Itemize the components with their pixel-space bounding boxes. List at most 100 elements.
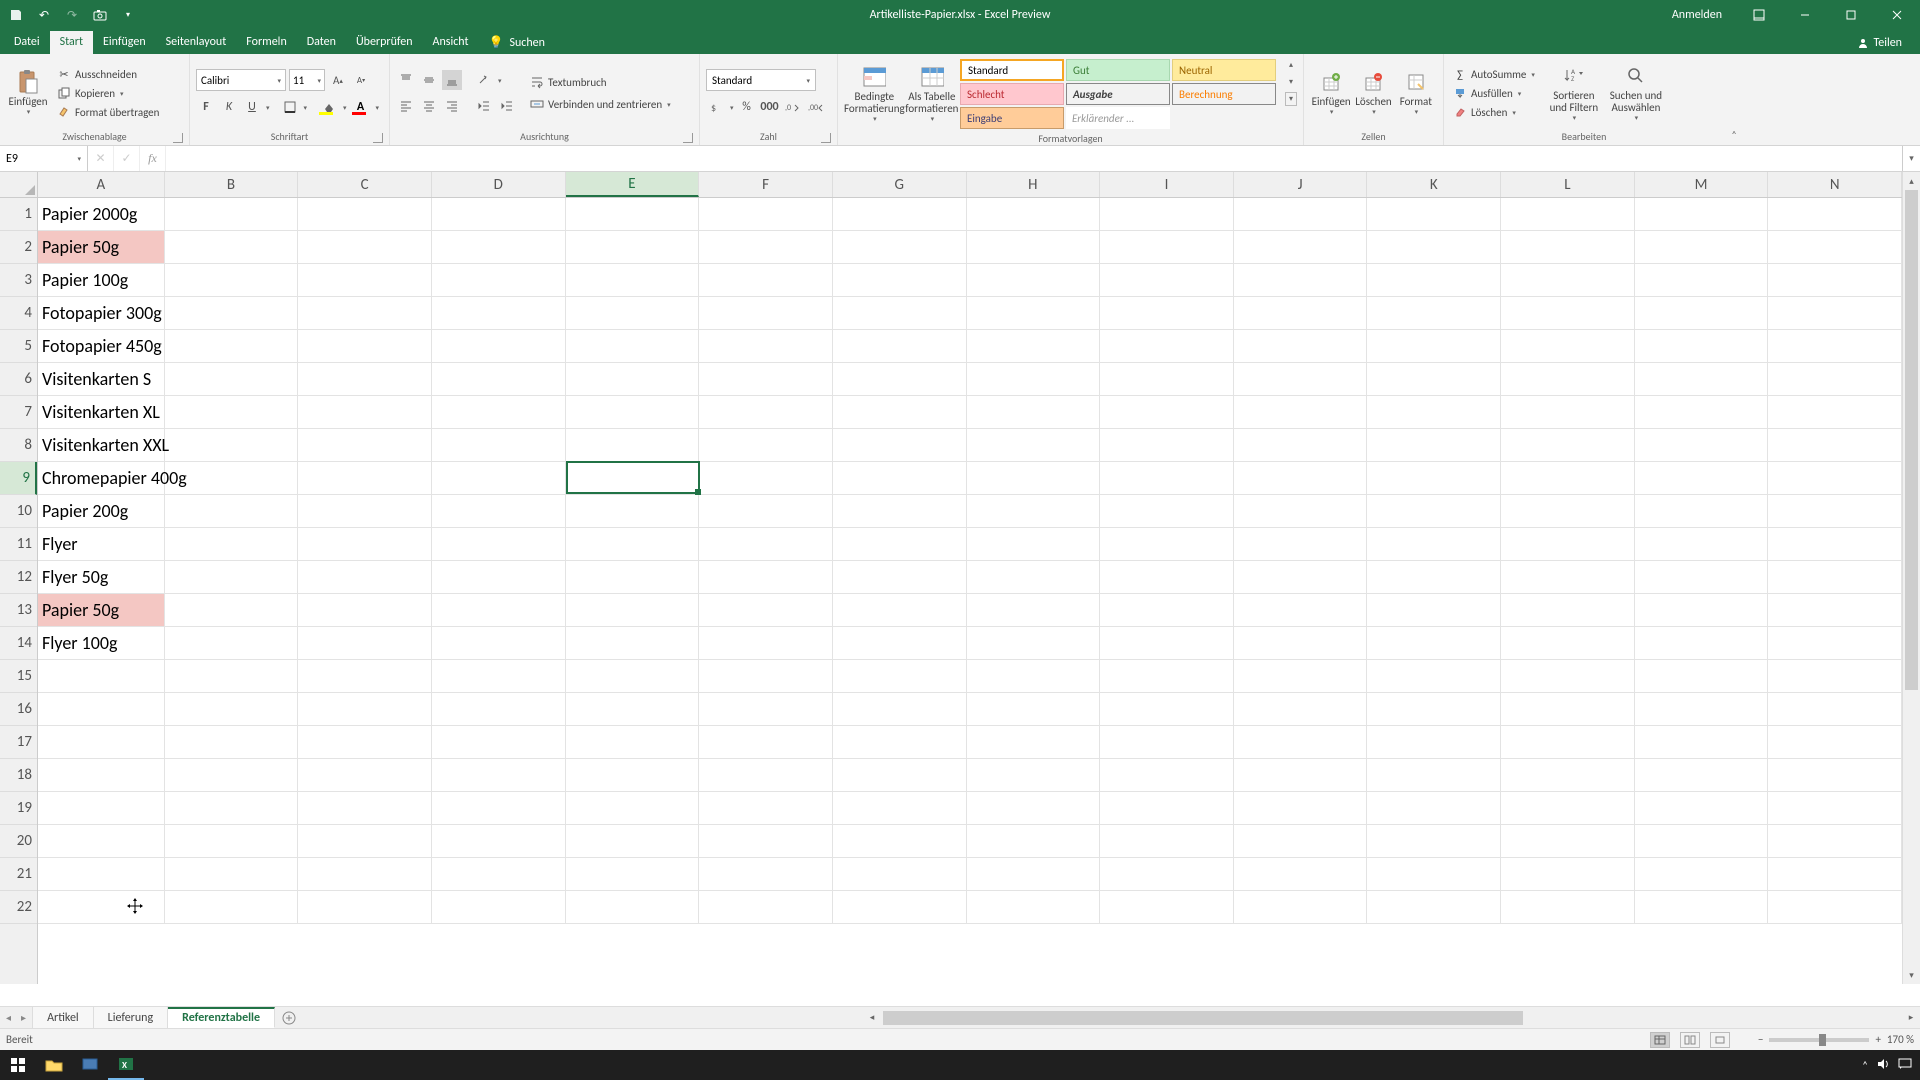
sheet-nav[interactable]: ◂▸ bbox=[0, 1007, 33, 1028]
column-header[interactable]: E bbox=[566, 172, 700, 197]
cell[interactable]: Visitenkarten S bbox=[38, 363, 165, 396]
italic-button[interactable]: K bbox=[219, 97, 239, 117]
cell[interactable] bbox=[298, 462, 432, 495]
increase-indent-icon[interactable] bbox=[497, 96, 517, 116]
taskbar-app-icon[interactable] bbox=[72, 1050, 108, 1080]
cell[interactable] bbox=[1100, 759, 1234, 792]
cell[interactable] bbox=[165, 363, 299, 396]
cell[interactable] bbox=[1768, 462, 1902, 495]
cell[interactable] bbox=[967, 561, 1101, 594]
cell[interactable] bbox=[833, 528, 967, 561]
find-select-button[interactable]: Suchen und Auswählen▾ bbox=[1604, 60, 1668, 126]
cell[interactable] bbox=[1501, 726, 1635, 759]
align-bottom-icon[interactable] bbox=[442, 70, 462, 90]
cell[interactable] bbox=[566, 660, 700, 693]
cell[interactable] bbox=[1100, 198, 1234, 231]
cell[interactable] bbox=[967, 429, 1101, 462]
comma-icon[interactable]: 000 bbox=[760, 97, 780, 117]
cell[interactable] bbox=[699, 858, 833, 891]
cell[interactable] bbox=[967, 825, 1101, 858]
cell[interactable] bbox=[1768, 726, 1902, 759]
orientation-icon[interactable] bbox=[474, 70, 494, 90]
decrease-indent-icon[interactable] bbox=[474, 96, 494, 116]
align-top-icon[interactable] bbox=[396, 70, 416, 90]
paste-button[interactable]: Einfügen ▾ bbox=[6, 60, 50, 126]
cell[interactable] bbox=[432, 264, 566, 297]
add-sheet-button[interactable] bbox=[275, 1007, 303, 1028]
cell[interactable] bbox=[1234, 396, 1368, 429]
cell[interactable] bbox=[1501, 627, 1635, 660]
cell[interactable] bbox=[165, 594, 299, 627]
ribbon-tab-ansicht[interactable]: Ansicht bbox=[423, 31, 479, 54]
cell[interactable] bbox=[432, 561, 566, 594]
cell[interactable]: Papier 100g bbox=[38, 264, 165, 297]
cell[interactable] bbox=[1635, 825, 1769, 858]
cell[interactable] bbox=[298, 330, 432, 363]
maximize-button[interactable] bbox=[1828, 0, 1874, 30]
cell[interactable] bbox=[1635, 693, 1769, 726]
cell[interactable] bbox=[165, 792, 299, 825]
cell[interactable] bbox=[1234, 858, 1368, 891]
cell[interactable] bbox=[432, 726, 566, 759]
cell[interactable] bbox=[38, 825, 165, 858]
cell[interactable] bbox=[298, 594, 432, 627]
cell[interactable] bbox=[699, 627, 833, 660]
cell[interactable] bbox=[1100, 858, 1234, 891]
cell[interactable] bbox=[165, 264, 299, 297]
cell[interactable] bbox=[699, 825, 833, 858]
system-tray[interactable]: ˄ bbox=[1862, 1058, 1920, 1073]
cell[interactable] bbox=[1501, 396, 1635, 429]
cell[interactable] bbox=[1635, 429, 1769, 462]
cell[interactable] bbox=[1501, 264, 1635, 297]
cell[interactable] bbox=[1768, 660, 1902, 693]
format-cells-button[interactable]: Format▾ bbox=[1395, 60, 1437, 126]
cell[interactable] bbox=[298, 726, 432, 759]
cell[interactable] bbox=[1367, 693, 1501, 726]
scroll-down-icon[interactable]: ▾ bbox=[1903, 966, 1920, 984]
name-box[interactable]: E9▾ bbox=[0, 146, 88, 171]
cell[interactable] bbox=[432, 198, 566, 231]
cell[interactable] bbox=[699, 363, 833, 396]
qat-more-icon[interactable]: ▾ bbox=[120, 7, 136, 23]
tell-me[interactable]: 💡Suchen bbox=[479, 31, 555, 54]
cell[interactable] bbox=[967, 792, 1101, 825]
row-header[interactable]: 17 bbox=[0, 726, 37, 759]
cell[interactable] bbox=[1501, 825, 1635, 858]
cell[interactable] bbox=[1367, 627, 1501, 660]
cell[interactable] bbox=[699, 396, 833, 429]
cell[interactable]: Flyer bbox=[38, 528, 165, 561]
column-header[interactable]: B bbox=[165, 172, 299, 197]
cell[interactable] bbox=[38, 759, 165, 792]
font-color-button[interactable]: A bbox=[350, 98, 372, 116]
cell-style-option[interactable]: Schlecht bbox=[960, 83, 1064, 105]
row-header[interactable]: 21 bbox=[0, 858, 37, 891]
ribbon-tab-seitenlayout[interactable]: Seitenlayout bbox=[156, 31, 237, 54]
sheet-prev-icon[interactable]: ◂ bbox=[6, 1011, 11, 1024]
cell[interactable] bbox=[1635, 495, 1769, 528]
cell[interactable]: Papier 50g bbox=[38, 594, 165, 627]
cell[interactable] bbox=[566, 429, 700, 462]
hscroll-thumb[interactable] bbox=[883, 1011, 1523, 1025]
cell[interactable] bbox=[1768, 825, 1902, 858]
decrease-decimal-icon[interactable]: ,00 bbox=[806, 97, 826, 117]
cell[interactable] bbox=[1635, 198, 1769, 231]
cell[interactable] bbox=[1367, 891, 1501, 924]
column-header[interactable]: N bbox=[1768, 172, 1902, 197]
cell[interactable] bbox=[833, 726, 967, 759]
cell-styles-gallery[interactable]: StandardGutNeutralSchlechtAusgabeBerechn… bbox=[959, 58, 1283, 130]
camera-icon[interactable] bbox=[92, 7, 108, 23]
column-headers[interactable]: ABCDEFGHIJKLMN bbox=[38, 172, 1902, 198]
cell[interactable] bbox=[699, 594, 833, 627]
cell[interactable] bbox=[566, 198, 700, 231]
hscroll-right-icon[interactable]: ▸ bbox=[1902, 1007, 1920, 1028]
cell[interactable] bbox=[1635, 264, 1769, 297]
cell[interactable] bbox=[1501, 429, 1635, 462]
hscroll-left-icon[interactable]: ◂ bbox=[863, 1007, 881, 1028]
cell[interactable] bbox=[1100, 693, 1234, 726]
cell[interactable] bbox=[1768, 891, 1902, 924]
fill-color-button[interactable] bbox=[317, 98, 339, 116]
cell[interactable] bbox=[833, 792, 967, 825]
cell[interactable] bbox=[1367, 594, 1501, 627]
cell[interactable] bbox=[1100, 297, 1234, 330]
cell[interactable] bbox=[165, 627, 299, 660]
